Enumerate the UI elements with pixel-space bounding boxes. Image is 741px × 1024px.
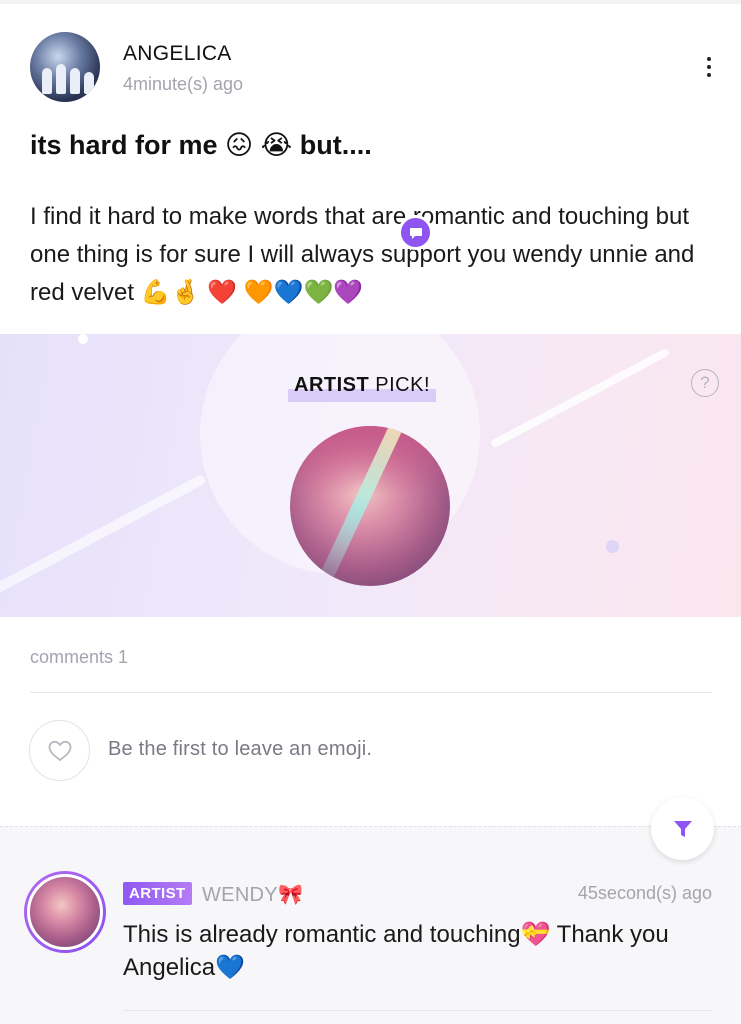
artist-pick-label-strong: ARTIST xyxy=(294,374,370,396)
more-options-icon[interactable] xyxy=(698,52,720,82)
artist-pick-banner: ARTIST PICK! ? xyxy=(0,334,741,617)
top-divider xyxy=(0,0,741,4)
artist-badge: ARTIST xyxy=(123,882,192,905)
comment-text: This is already romantic and touching💝 T… xyxy=(123,921,669,981)
commenter-avatar[interactable] xyxy=(24,871,106,953)
post-header: ANGELICA 4minute(s) ago xyxy=(30,32,720,104)
filter-icon[interactable] xyxy=(651,797,714,860)
commenter-name[interactable]: WENDY🎀 xyxy=(202,882,303,907)
artist-pick-label: ARTIST PICK! xyxy=(288,370,437,402)
divider xyxy=(123,1010,713,1011)
banner-decoration xyxy=(606,540,619,553)
help-icon[interactable]: ? xyxy=(691,369,719,397)
comment-timestamp: 45second(s) ago xyxy=(577,883,712,903)
divider xyxy=(30,692,712,693)
heart-outline-icon[interactable] xyxy=(29,720,90,781)
post-body: I find it hard to make words that are ro… xyxy=(30,203,695,306)
banner-decoration xyxy=(78,334,88,344)
author-name[interactable]: ANGELICA xyxy=(123,42,232,66)
artist-pick-label-rest: PICK! xyxy=(369,374,431,396)
author-avatar[interactable] xyxy=(30,32,100,102)
banner-decoration xyxy=(489,347,671,449)
post-title: its hard for me 😖 😭 but.... xyxy=(30,130,372,160)
banner-decoration xyxy=(0,473,208,605)
avatar xyxy=(27,874,103,950)
comments-count: comments 1 xyxy=(30,647,129,667)
artist-photo[interactable] xyxy=(290,426,450,586)
emoji-prompt[interactable]: Be the first to leave an emoji. xyxy=(108,738,372,761)
chat-bubble-icon[interactable] xyxy=(398,215,433,250)
post-timestamp: 4minute(s) ago xyxy=(123,74,244,94)
